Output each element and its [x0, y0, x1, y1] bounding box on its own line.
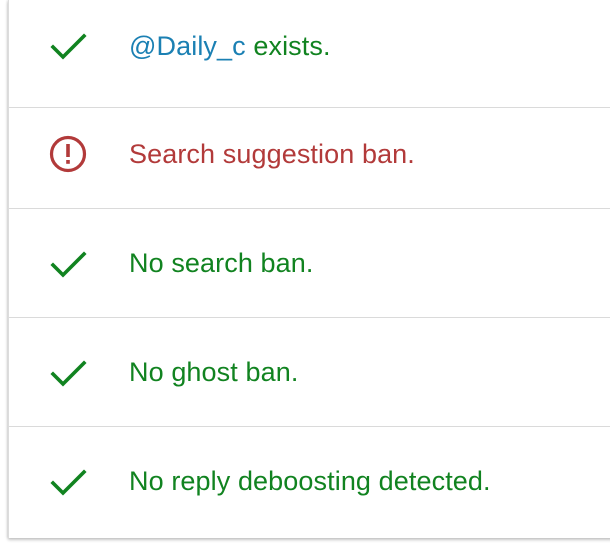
- result-text: Search suggestion ban.: [129, 139, 415, 169]
- result-row-reply-deboosting: No reply deboosting detected.: [9, 428, 610, 538]
- account-handle-link[interactable]: @Daily_c: [129, 31, 246, 61]
- result-text: No ghost ban.: [129, 357, 299, 387]
- check-icon: [48, 353, 88, 393]
- result-text: No search ban.: [129, 248, 314, 278]
- result-row-account-exists: @Daily_c exists.: [9, 0, 610, 108]
- check-icon: [48, 244, 88, 284]
- result-text: @Daily_c exists.: [129, 30, 331, 62]
- result-row-search-suggestion-ban: Search suggestion ban.: [9, 101, 610, 209]
- check-icon: [48, 462, 88, 502]
- check-icon: [48, 26, 88, 66]
- result-row-ghost-ban: No ghost ban.: [9, 319, 610, 427]
- result-text: No reply deboosting detected.: [129, 466, 491, 496]
- result-status-text: exists.: [245, 31, 331, 61]
- alert-circle-icon: [48, 134, 88, 174]
- ban-check-results-card: @Daily_c exists. Search suggestion ban. …: [8, 0, 610, 538]
- result-row-search-ban: No search ban.: [9, 210, 610, 318]
